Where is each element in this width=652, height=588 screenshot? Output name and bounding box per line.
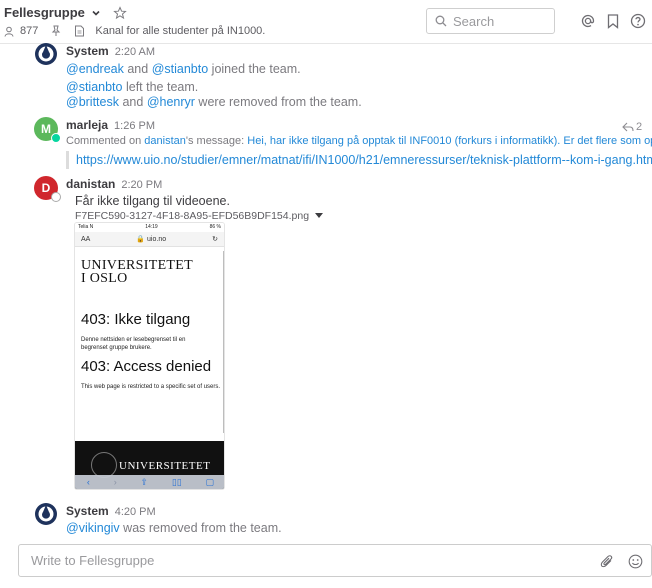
- post-author[interactable]: System: [66, 504, 109, 518]
- heading-en: 403: Access denied: [81, 358, 212, 375]
- post-time[interactable]: 4:20 PM: [115, 506, 156, 518]
- files-icon[interactable]: [74, 25, 85, 37]
- mention-link[interactable]: @vikingiv: [66, 521, 120, 535]
- message-text: joined the team.: [211, 62, 301, 76]
- file-attachment-name[interactable]: F7EFC590-3127-4F18-8A95-EFD56B9DF154.png: [75, 210, 324, 222]
- post-author[interactable]: System: [66, 44, 109, 58]
- text-no: Denne nettsiden er lesebegrenset til en …: [81, 337, 186, 351]
- quoted-message-link[interactable]: Hei, har ikke tilgang på opptak til INF0…: [247, 135, 652, 147]
- system-message-line: @vikingiv was removed from the team.: [66, 521, 282, 535]
- system-message-line: @brittesk and @henryr were removed from …: [66, 95, 362, 109]
- online-status-icon: [51, 133, 61, 143]
- mention-link[interactable]: @endreak: [66, 62, 124, 76]
- post-time[interactable]: 2:20 AM: [115, 46, 155, 58]
- help-icon: [630, 13, 646, 29]
- text-en: This web page is restricted to a specifi…: [81, 384, 221, 390]
- mentions-button[interactable]: [579, 12, 597, 30]
- channel-header: Fellesgruppe 877 Kanal for alle studente…: [0, 0, 652, 44]
- share-icon: ⇪: [140, 476, 149, 487]
- attach-button[interactable]: [599, 553, 615, 569]
- back-icon: ‹: [86, 477, 90, 487]
- scroll-indicator: [223, 251, 224, 433]
- at-mention-icon: [581, 14, 595, 28]
- emoji-icon: [628, 554, 642, 568]
- reply-arrow-icon: [622, 122, 634, 132]
- offline-status-icon: [51, 192, 61, 202]
- message-text: removed from the team.: [229, 95, 362, 109]
- mention-link[interactable]: @stianbto: [66, 80, 122, 94]
- search-box[interactable]: [426, 8, 555, 34]
- message-text: and: [122, 95, 144, 109]
- member-icon[interactable]: [4, 26, 14, 37]
- system-avatar-icon: [35, 503, 57, 525]
- chevron-down-icon[interactable]: [91, 8, 101, 18]
- reload-icon: ↻: [212, 236, 218, 243]
- tabs-icon: ▢: [205, 476, 215, 487]
- phone-footer: UNIVERSITETET ‹ › ⇪ ▯▯ ▢: [75, 441, 224, 489]
- target-user-link[interactable]: danistan: [144, 135, 186, 147]
- uni-logo-line2: I OSLO: [81, 271, 128, 286]
- image-preview[interactable]: Telia N 14:19 86 % AA 🔒 uio.no ↻ UNIVERS…: [74, 222, 225, 490]
- reply-count[interactable]: 2: [622, 121, 642, 133]
- post-author[interactable]: marleja: [66, 118, 108, 132]
- mention-link[interactable]: @henryr: [147, 95, 195, 109]
- channel-meta: 877 Kanal for alle studenter på IN1000.: [4, 25, 265, 37]
- channel-purpose: Kanal for alle studenter på IN1000.: [95, 25, 266, 37]
- post-author[interactable]: danistan: [66, 177, 115, 191]
- system-message-line: @endreak and @stianbto joined the team.: [66, 62, 301, 76]
- forward-icon: ›: [113, 477, 117, 487]
- phone-toolbar: ‹ › ⇪ ▯▯ ▢: [75, 475, 224, 489]
- post-time[interactable]: 1:26 PM: [114, 120, 155, 132]
- message-text: left the team.: [125, 80, 199, 94]
- message-link[interactable]: https://www.uio.no/studier/emner/matnat/…: [76, 153, 652, 167]
- channel-title-row[interactable]: Fellesgruppe: [4, 5, 127, 20]
- phone-page-content: UNIVERSITETET I OSLO 403: Ikke tilgang D…: [75, 247, 224, 399]
- help-button[interactable]: [629, 12, 647, 30]
- saved-posts-button[interactable]: [604, 12, 622, 30]
- system-message-line: @stianbto left the team.: [66, 80, 198, 94]
- message-text: were: [198, 95, 226, 109]
- system-avatar-icon: [35, 43, 57, 65]
- book-icon: ▯▯: [171, 476, 182, 487]
- bookmark-icon: [607, 13, 619, 29]
- caret-down-icon[interactable]: [315, 213, 324, 219]
- commented-on-line[interactable]: Commented on danistan's message: Hei, ha…: [66, 135, 652, 147]
- favorite-star-icon[interactable]: [113, 5, 127, 20]
- quote-bar: [66, 151, 69, 169]
- heading-no: 403: Ikke tilgang: [81, 311, 191, 328]
- phone-url-bar: AA 🔒 uio.no ↻: [75, 232, 224, 247]
- member-count[interactable]: 877: [20, 25, 38, 37]
- message-composer[interactable]: [18, 544, 652, 577]
- post-time[interactable]: 2:20 PM: [121, 179, 162, 191]
- url-text: 🔒 uio.no: [136, 236, 167, 243]
- paperclip-icon: [600, 554, 613, 567]
- mention-link[interactable]: @stianbto: [152, 62, 208, 76]
- pin-icon[interactable]: [50, 25, 62, 37]
- channel-title[interactable]: Fellesgruppe: [4, 5, 85, 20]
- phone-status-bar: Telia N 14:19 86 %: [75, 223, 224, 232]
- message-input[interactable]: [31, 553, 571, 568]
- message-text: Får ikke tilgang til videoene.: [75, 194, 230, 208]
- mention-link[interactable]: @brittesk: [66, 95, 119, 109]
- emoji-button[interactable]: [627, 553, 643, 569]
- message-text: was: [123, 521, 146, 535]
- search-icon: [435, 15, 447, 27]
- message-text: removed from the team.: [148, 521, 282, 535]
- search-input[interactable]: [453, 13, 553, 29]
- message-text: and: [127, 62, 149, 76]
